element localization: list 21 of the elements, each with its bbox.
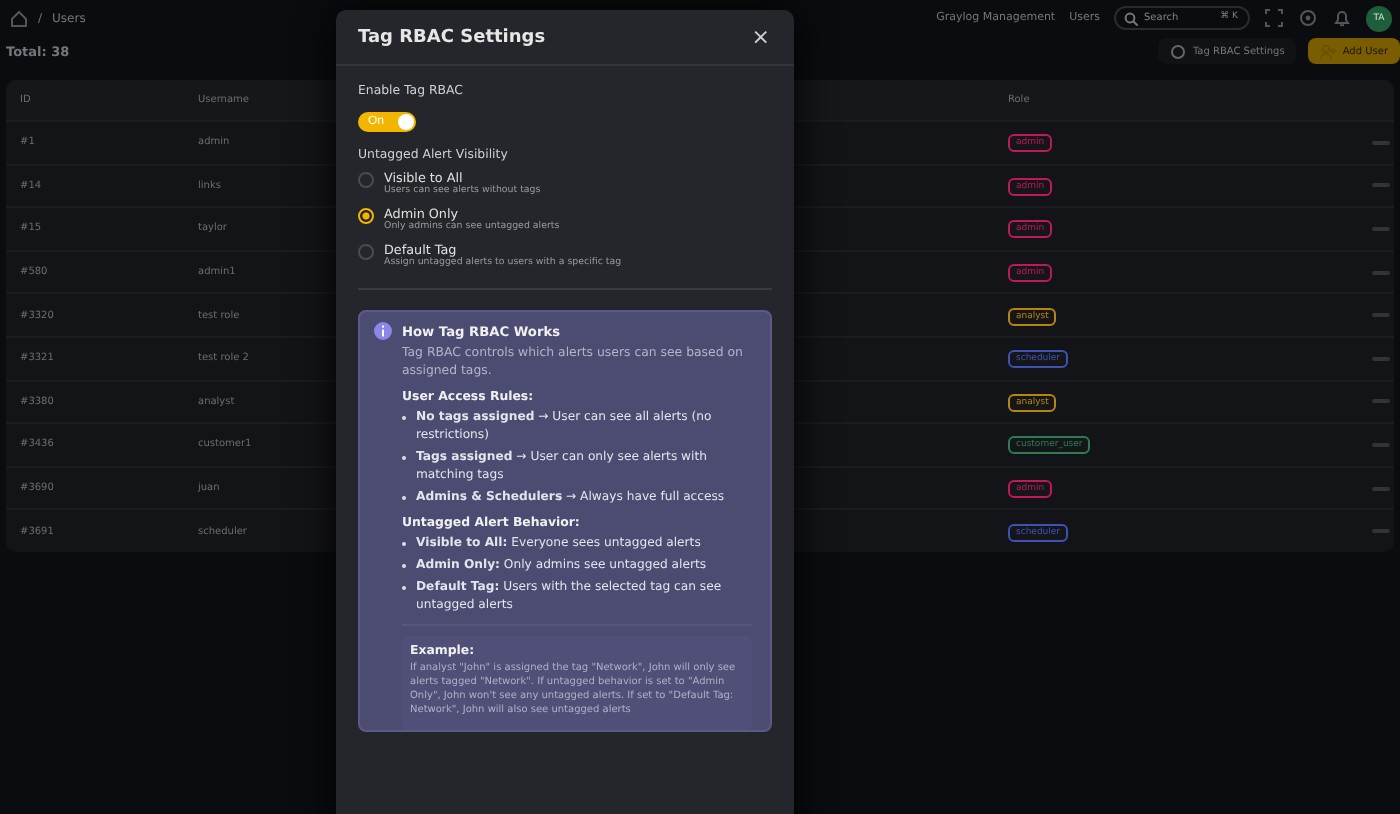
dialog-title: Tag RBAC Settings	[358, 27, 546, 47]
more-icon[interactable]	[1372, 528, 1390, 535]
more-icon[interactable]	[1372, 225, 1390, 232]
more-icon[interactable]	[1372, 139, 1390, 146]
more-icon[interactable]	[1372, 312, 1390, 319]
radio-button[interactable]	[358, 244, 374, 260]
more-icon[interactable]	[1372, 398, 1390, 405]
radio-button[interactable]	[358, 208, 374, 224]
more-icon[interactable]	[1372, 441, 1390, 448]
more-icon[interactable]	[1372, 355, 1390, 362]
more-icon[interactable]	[1372, 269, 1390, 276]
more-icon[interactable]	[1372, 182, 1390, 189]
close-button[interactable]: ×	[749, 26, 772, 48]
more-icon[interactable]	[1372, 485, 1390, 492]
bell-icon[interactable]	[1332, 8, 1352, 28]
home-icon[interactable]	[10, 9, 28, 27]
search-icon	[1124, 11, 1138, 25]
fullscreen-icon[interactable]	[1264, 8, 1284, 28]
info-icon	[374, 322, 392, 340]
settings-icon[interactable]	[1298, 8, 1318, 28]
radio-button[interactable]	[358, 172, 374, 188]
